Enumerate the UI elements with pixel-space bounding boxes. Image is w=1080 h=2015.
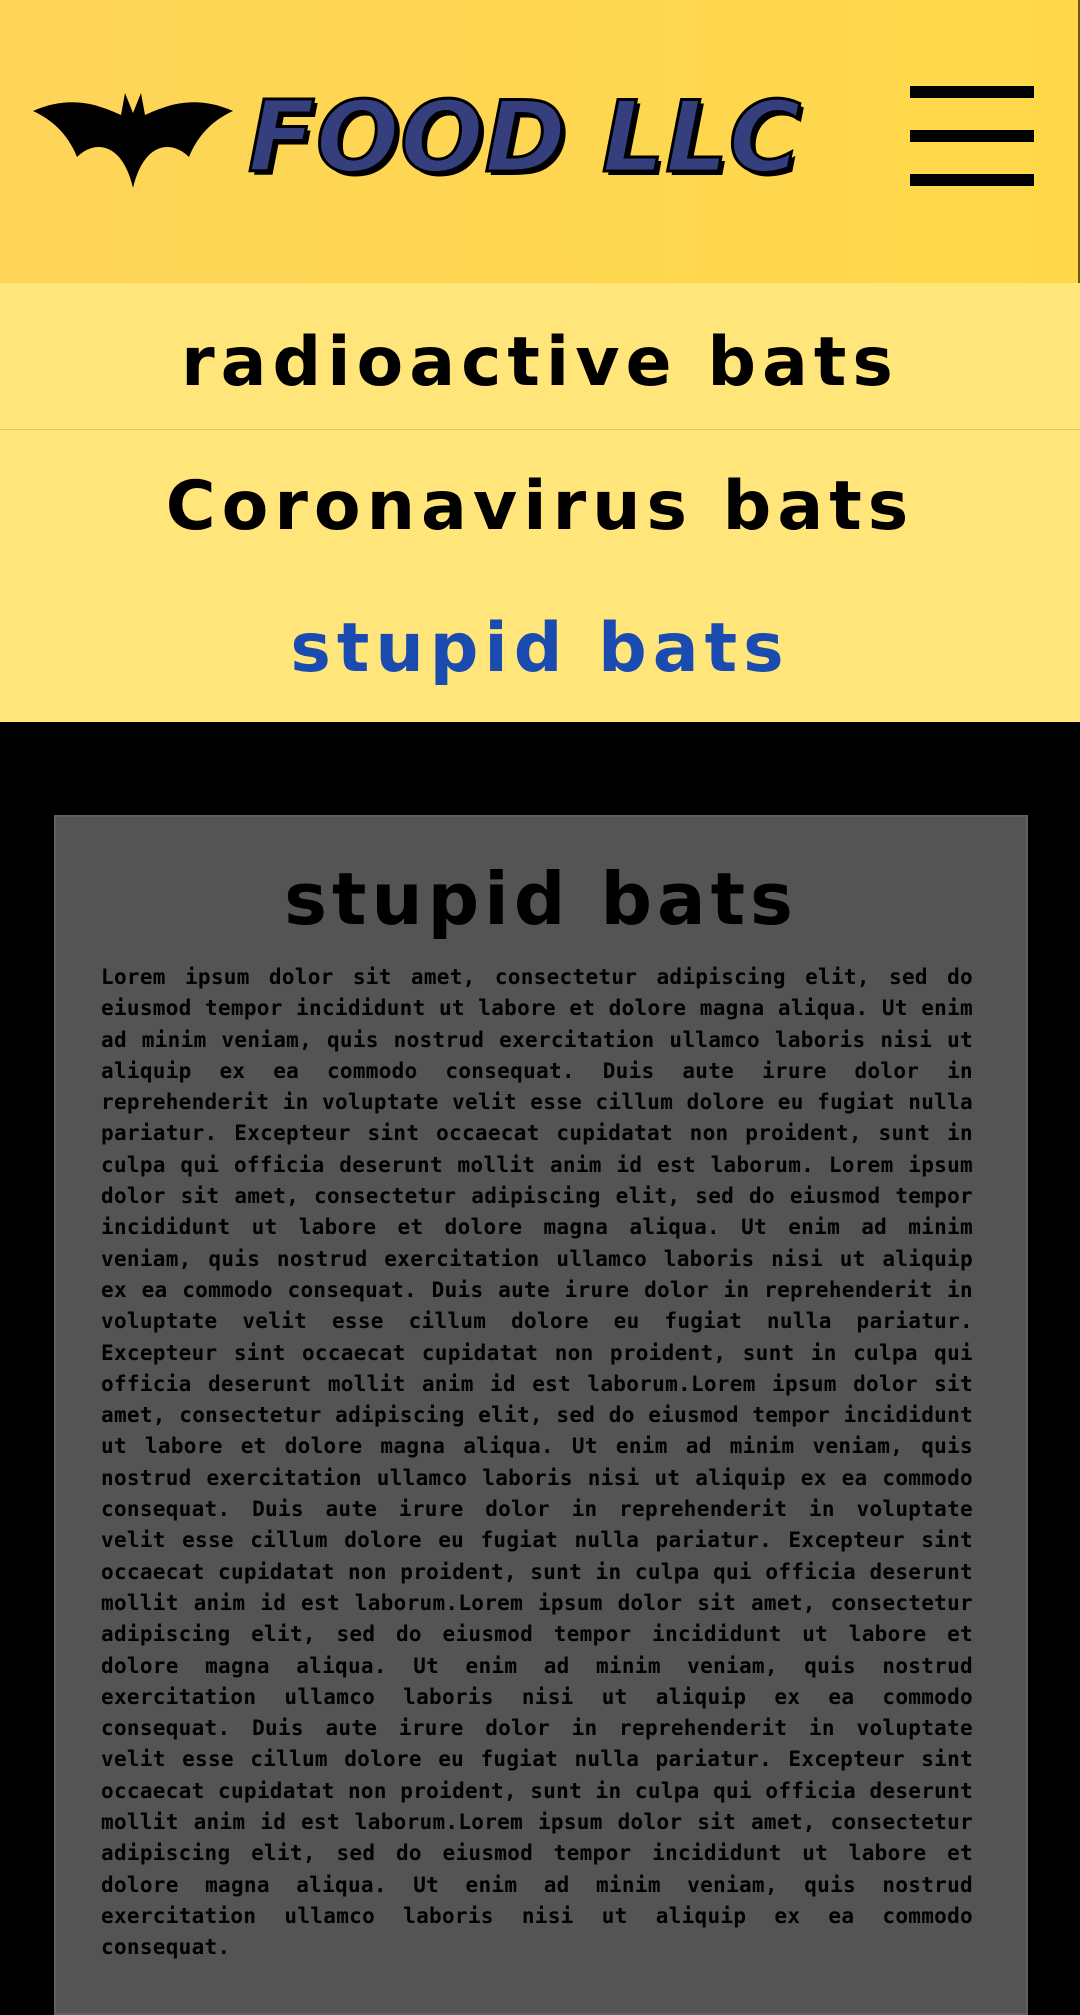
card-body-text: Lorem ipsum dolor sit amet, consectetur … bbox=[101, 965, 973, 1960]
nav-item-coronavirus-bats[interactable]: Coronavirus bats bbox=[0, 467, 1080, 546]
hamburger-menu-icon[interactable] bbox=[910, 86, 1034, 186]
nav-item-radioactive-bats[interactable]: radioactive bats bbox=[0, 323, 1080, 402]
nav-divider bbox=[0, 429, 1080, 430]
menu-bar-bottom bbox=[910, 174, 1034, 186]
site-header: FOOD LLC bbox=[0, 0, 1080, 283]
nav-item-stupid-bats[interactable]: stupid bats bbox=[0, 609, 1080, 688]
content-card: stupid bats Lorem ipsum dolor sit amet, … bbox=[54, 815, 1028, 2015]
menu-bar-top bbox=[910, 86, 1034, 98]
bat-logo-icon[interactable] bbox=[33, 85, 233, 188]
menu-bar-middle bbox=[910, 130, 1034, 142]
nav-menu: radioactive bats Coronavirus bats stupid… bbox=[0, 283, 1080, 722]
card-title: stupid bats bbox=[284, 857, 798, 941]
brand-name[interactable]: FOOD LLC bbox=[247, 87, 803, 190]
